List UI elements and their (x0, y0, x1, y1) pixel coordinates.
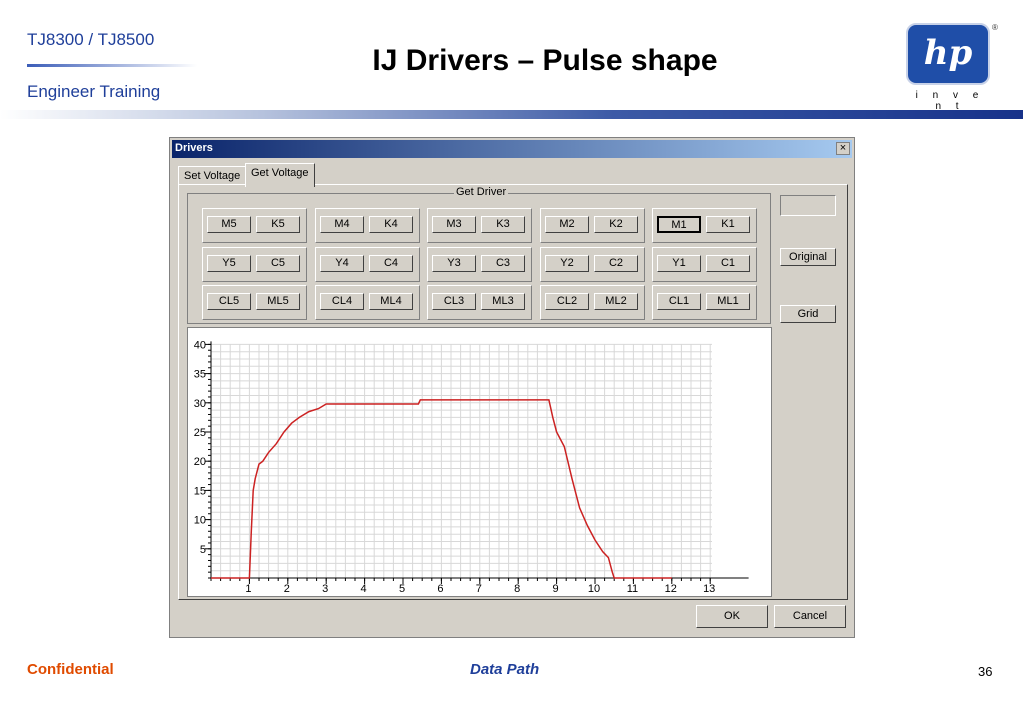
x-tick-label: 10 (588, 583, 600, 595)
driver-button-k4[interactable]: K4 (369, 216, 413, 233)
x-tick-label: 8 (514, 583, 520, 595)
y-tick-label: 15 (194, 485, 206, 497)
page-number: 36 (978, 664, 993, 679)
driver-button-y3[interactable]: Y3 (432, 255, 476, 272)
driver-button-k5[interactable]: K5 (256, 216, 300, 233)
grid-button[interactable]: Grid (780, 305, 836, 323)
y-tick-label: 40 (194, 339, 206, 351)
x-tick-label: 7 (476, 583, 482, 595)
driver-button-cl1[interactable]: CL1 (657, 293, 701, 310)
header-band (0, 110, 1023, 119)
driver-button-cl4[interactable]: CL4 (320, 293, 364, 310)
tab-get-voltage[interactable]: Get Voltage (245, 163, 315, 187)
driver-button-k1[interactable]: K1 (706, 216, 750, 233)
window-titlebar[interactable]: Drivers × (172, 140, 852, 158)
get-driver-label: Get Driver (454, 186, 509, 198)
driver-button-y1[interactable]: Y1 (657, 255, 701, 272)
driver-button-m3[interactable]: M3 (432, 216, 476, 233)
x-tick-label: 13 (703, 583, 715, 595)
driver-button-ml4[interactable]: ML4 (369, 293, 413, 310)
driver-button-y2[interactable]: Y2 (545, 255, 589, 272)
driver-button-m4[interactable]: M4 (320, 216, 364, 233)
x-tick-label: 2 (284, 583, 290, 595)
ok-button[interactable]: OK (696, 605, 768, 628)
footer-section: Data Path (470, 661, 540, 678)
driver-button-ml3[interactable]: ML3 (481, 293, 525, 310)
driver-button-cl3[interactable]: CL3 (432, 293, 476, 310)
driver-button-c2[interactable]: C2 (594, 255, 638, 272)
y-tick-label: 20 (194, 456, 206, 468)
x-tick-label: 5 (399, 583, 405, 595)
slide-title: IJ Drivers – Pulse shape (372, 44, 718, 77)
driver-button-ml5[interactable]: ML5 (256, 293, 300, 310)
driver-button-k2[interactable]: K2 (594, 216, 638, 233)
drivers-window: Drivers × Set Voltage Get Voltage Get Dr… (169, 137, 855, 638)
driver-button-y5[interactable]: Y5 (207, 255, 251, 272)
driver-button-m5[interactable]: M5 (207, 216, 251, 233)
y-tick-label: 30 (194, 398, 206, 410)
close-button[interactable]: × (836, 142, 850, 155)
driver-button-k3[interactable]: K3 (481, 216, 525, 233)
x-tick-label: 6 (437, 583, 443, 595)
tab-set-voltage[interactable]: Set Voltage (178, 166, 247, 185)
driver-button-c4[interactable]: C4 (369, 255, 413, 272)
original-button[interactable]: Original (780, 248, 836, 266)
driver-button-ml1[interactable]: ML1 (706, 293, 750, 310)
cancel-button[interactable]: Cancel (774, 605, 846, 628)
driver-button-cl2[interactable]: CL2 (545, 293, 589, 310)
value-display (780, 195, 836, 216)
registered-mark: ® (992, 23, 998, 32)
hp-logo: hp (906, 23, 990, 85)
slide-product: TJ8300 / TJ8500 (27, 30, 155, 49)
y-tick-label: 10 (194, 515, 206, 527)
x-tick-label: 4 (361, 583, 367, 595)
y-tick-label: 25 (194, 427, 206, 439)
footer-confidential: Confidential (27, 661, 114, 678)
driver-button-c5[interactable]: C5 (256, 255, 300, 272)
x-tick-label: 3 (322, 583, 328, 595)
pulse-chart: 5101520253035401 2 3 4 5 6 7 8 9 10 11 12 13 (194, 339, 749, 595)
driver-button-m2[interactable]: M2 (545, 216, 589, 233)
y-tick-label: 5 (200, 544, 206, 556)
hp-tagline: i n v e n t (915, 90, 985, 112)
x-tick-label: 11 (627, 583, 638, 595)
slide-subtitle: Engineer Training (27, 82, 161, 101)
pulse-plot: 5 10 15 20 25 30 35 40 1 2 3 4 5 6 7 8 9 10 11 12 13 (187, 327, 772, 597)
hp-logo-text: hp (923, 33, 973, 73)
x-tick-label: 1 (245, 583, 251, 595)
driver-button-y4[interactable]: Y4 (320, 255, 364, 272)
driver-button-c1[interactable]: C1 (706, 255, 750, 272)
x-tick-label: 12 (665, 583, 677, 595)
window-title: Drivers (175, 142, 213, 154)
driver-button-cl5[interactable]: CL5 (207, 293, 251, 310)
slide-title-rule (27, 64, 197, 67)
driver-button-ml2[interactable]: ML2 (594, 293, 638, 310)
y-tick-label: 35 (194, 369, 206, 381)
x-tick-label: 9 (553, 583, 559, 595)
driver-button-c3[interactable]: C3 (481, 255, 525, 272)
driver-button-m1[interactable]: M1 (657, 216, 701, 233)
